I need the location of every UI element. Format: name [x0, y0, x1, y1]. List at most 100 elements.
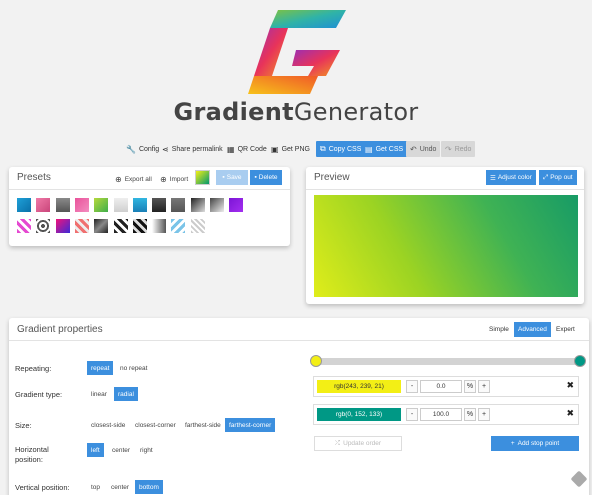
vpos-bottom-option[interactable]: bottom — [135, 480, 163, 494]
gradient-generator-logo — [248, 10, 346, 94]
divider — [9, 340, 589, 341]
preset-swatch[interactable] — [74, 219, 89, 233]
adjust-color-button[interactable]: ☰ Adjust color — [486, 170, 536, 185]
undo-icon: ↶ — [410, 144, 417, 154]
import-icon: ⊕ — [160, 175, 167, 184]
preset-swatch[interactable] — [132, 198, 147, 212]
stop-handle-start[interactable] — [310, 355, 322, 367]
presets-title: Presets — [17, 172, 51, 183]
copy-css-button[interactable]: ⧉ Copy CSS — [316, 141, 366, 157]
gradient-preview-canvas[interactable] — [314, 195, 578, 297]
wrench-icon: 🔧 — [126, 144, 136, 154]
brand-title: GradientGenerator — [173, 98, 419, 126]
export-icon: ⊕ — [115, 175, 122, 184]
linear-option[interactable]: linear — [87, 387, 111, 401]
preset-swatch[interactable] — [113, 198, 128, 212]
mode-simple-button[interactable]: Simple — [485, 322, 513, 337]
increase-position-button[interactable]: + — [478, 408, 490, 421]
vpos-top-option[interactable]: top — [87, 480, 104, 494]
preset-swatch[interactable] — [132, 219, 147, 233]
shuffle-icon: ⤮ — [334, 439, 341, 447]
color-stop-row: rgb(0, 152, 133) - 100.0 % + ✖ — [313, 404, 579, 425]
hpos-left-option[interactable]: left — [87, 443, 104, 457]
stop-color-picker[interactable]: rgb(0, 152, 133) — [317, 408, 401, 421]
stop-position-input[interactable]: 0.0 — [420, 380, 462, 393]
decrease-position-button[interactable]: - — [406, 408, 418, 421]
pop-out-icon: ⤢ — [543, 173, 549, 181]
preset-swatch[interactable] — [55, 219, 70, 233]
preset-swatch[interactable] — [171, 219, 186, 233]
closest-side-option[interactable]: closest-side — [87, 418, 129, 432]
config-button[interactable]: 🔧 Config — [126, 141, 159, 157]
preset-swatch[interactable] — [94, 219, 109, 233]
preset-swatch[interactable] — [171, 198, 186, 212]
radial-option[interactable]: radial — [114, 387, 138, 401]
properties-title: Gradient properties — [17, 324, 103, 335]
hpos-right-option[interactable]: right — [136, 443, 157, 457]
no-repeat-option[interactable]: no repeat — [116, 361, 151, 375]
vertical-position-label: Vertical position: — [15, 483, 70, 492]
divider — [306, 189, 584, 190]
farthest-corner-option[interactable]: farthest-corner — [225, 418, 276, 432]
horizontal-position-label: Horizontal position: — [15, 445, 49, 464]
mode-expert-button[interactable]: Expert — [552, 322, 579, 337]
repeating-label: Repeating: — [15, 364, 52, 373]
unit-label: % — [464, 380, 476, 393]
stop-handle-end[interactable] — [574, 355, 586, 367]
save-icon: ▪ — [222, 174, 225, 181]
farthest-side-option[interactable]: farthest-side — [181, 418, 225, 432]
presets-panel: Presets ⊕ Export all ⊕ Import ▪ Save ▪ Delet… — [9, 167, 290, 246]
plus-icon: + — [510, 440, 515, 447]
delete-preset-button[interactable]: ▪ Delete — [250, 170, 282, 185]
divider — [9, 189, 290, 190]
pop-out-button[interactable]: ⤢ Pop out — [539, 170, 577, 185]
decrease-position-button[interactable]: - — [406, 380, 418, 393]
vpos-center-option[interactable]: center — [107, 480, 133, 494]
preset-swatch[interactable] — [36, 219, 51, 233]
repeat-option[interactable]: repeat — [87, 361, 114, 375]
get-png-button[interactable]: ▣ Get PNG — [271, 141, 310, 157]
redo-icon: ↷ — [445, 144, 452, 154]
update-order-button[interactable]: ⤮ Update order — [314, 436, 402, 451]
closest-corner-option[interactable]: closest-corner — [131, 418, 180, 432]
qr-code-button[interactable]: ▦ QR Code — [227, 141, 267, 157]
increase-position-button[interactable]: + — [478, 380, 490, 393]
preset-swatch[interactable] — [210, 198, 224, 212]
preset-swatch[interactable] — [152, 198, 167, 212]
remove-stop-icon[interactable]: ✖ — [566, 408, 574, 419]
save-preset-button[interactable]: ▪ Save — [216, 170, 248, 185]
preset-swatch[interactable] — [94, 198, 109, 212]
stop-color-picker[interactable]: rgb(243, 239, 21) — [317, 380, 401, 393]
current-gradient-swatch[interactable] — [195, 170, 210, 185]
remove-stop-icon[interactable]: ✖ — [566, 380, 574, 391]
hpos-center-option[interactable]: center — [108, 443, 134, 457]
preset-swatch[interactable] — [113, 219, 128, 233]
preset-swatch[interactable] — [190, 198, 205, 212]
qr-icon: ▦ — [227, 144, 235, 154]
image-icon: ▣ — [271, 144, 279, 154]
main-toolbar: 🔧 Config ⋖ Share permalink ▦ QR Code ▣ Get P… — [0, 141, 592, 159]
mode-advanced-button[interactable]: Advanced — [514, 322, 551, 337]
preset-swatch[interactable] — [229, 198, 244, 212]
color-stop-row: rgb(243, 239, 21) - 0.0 % + ✖ — [313, 376, 579, 397]
preset-swatch[interactable] — [17, 219, 31, 233]
preview-panel: Preview ☰ Adjust color ⤢ Pop out — [306, 167, 584, 304]
import-button[interactable]: ⊕ Import — [160, 173, 188, 186]
preset-swatch[interactable] — [74, 198, 89, 212]
add-stop-point-button[interactable]: + Add stop point — [491, 436, 579, 451]
preview-title: Preview — [314, 172, 350, 183]
preset-swatch[interactable] — [17, 198, 31, 212]
size-label: Size: — [15, 421, 32, 430]
preset-swatch[interactable] — [190, 219, 205, 233]
preset-swatch[interactable] — [152, 219, 167, 233]
undo-button[interactable]: ↶ Undo — [406, 141, 441, 157]
export-all-button[interactable]: ⊕ Export all — [115, 173, 152, 186]
gradient-stop-slider[interactable] — [318, 358, 580, 365]
preset-swatch[interactable] — [55, 198, 70, 212]
redo-button[interactable]: ↷ Redo — [441, 141, 476, 157]
gradient-properties-panel: Gradient properties Simple Advanced Expe… — [9, 318, 589, 495]
preset-swatch[interactable] — [36, 198, 51, 212]
get-css-button[interactable]: ▤ Get CSS — [361, 141, 408, 157]
share-permalink-button[interactable]: ⋖ Share permalink — [162, 141, 223, 157]
stop-position-input[interactable]: 100.0 — [420, 408, 462, 421]
